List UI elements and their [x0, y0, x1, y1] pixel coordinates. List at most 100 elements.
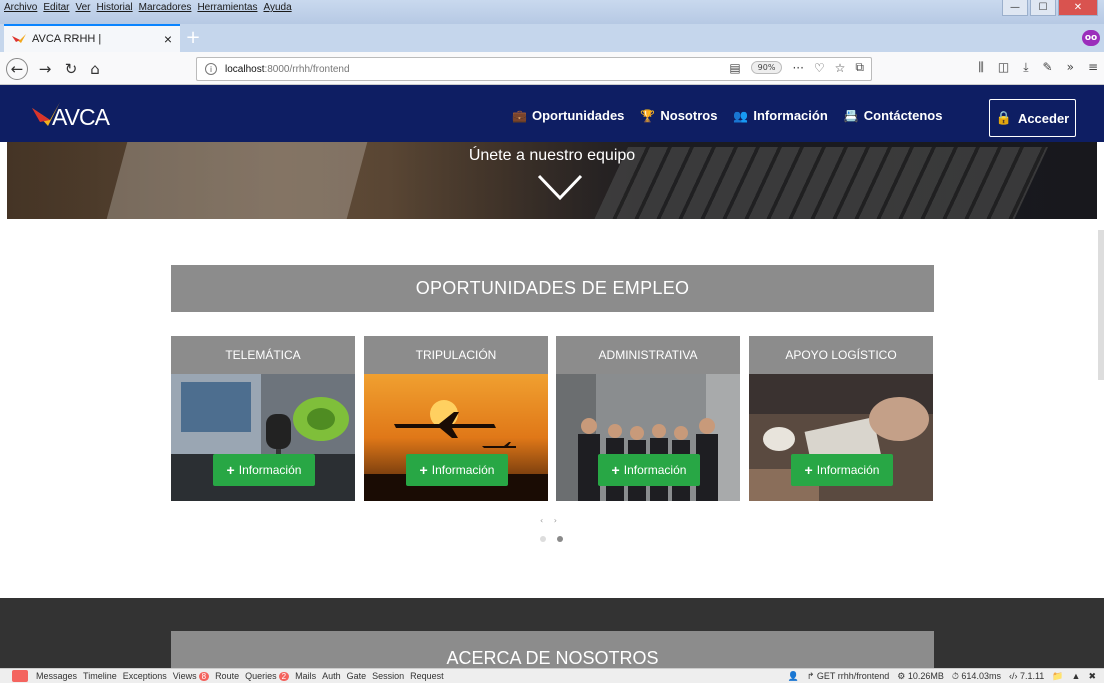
- page-scrollbar[interactable]: [1098, 230, 1104, 380]
- menu-herramientas[interactable]: Herramientas: [197, 2, 257, 13]
- menu-historial[interactable]: Historial: [97, 2, 133, 13]
- reload-icon[interactable]: ↻: [60, 58, 82, 80]
- menu-ayuda[interactable]: Ayuda: [263, 2, 291, 13]
- card-administrativa: ADMINISTRATIVA + Información: [556, 336, 740, 501]
- minimize-icon[interactable]: —: [1002, 0, 1028, 16]
- new-tab-icon[interactable]: +: [182, 26, 204, 48]
- debug-bar: Messages Timeline Exceptions Views 8 Rout…: [0, 668, 1104, 683]
- bookmark-star-icon[interactable]: ☆: [835, 61, 846, 75]
- views-count-badge: 8: [198, 671, 210, 681]
- reader-view-icon[interactable]: ▤: [729, 61, 740, 75]
- about-header: ACERCA DE NOSOTROS: [171, 631, 934, 671]
- debug-tab-request[interactable]: Request: [410, 671, 444, 681]
- nav-contactenos[interactable]: 📇 Contáctenos: [844, 108, 943, 123]
- users-icon: 👥: [733, 108, 749, 123]
- zoom-level[interactable]: 90%: [750, 61, 783, 74]
- php-version: ‹/› 7.1.11: [1008, 671, 1045, 681]
- tab-title: AVCA RRHH |: [32, 33, 102, 45]
- info-button-tripulacion[interactable]: + Información: [406, 454, 508, 486]
- plus-icon: +: [804, 462, 813, 478]
- nav-nosotros[interactable]: 🏆 Nosotros: [640, 108, 717, 123]
- sidebar-icon[interactable]: ◫: [998, 60, 1009, 75]
- hamburger-menu-icon[interactable]: ≡: [1088, 60, 1098, 75]
- browser-tab[interactable]: AVCA RRHH | ×: [4, 24, 180, 52]
- scroll-down-chevron-icon[interactable]: [537, 172, 583, 202]
- nav-informacion-label: Información: [753, 108, 828, 123]
- debug-tab-gate[interactable]: Gate: [347, 671, 367, 681]
- close-icon[interactable]: ✖: [1088, 671, 1096, 682]
- debug-tab-queries[interactable]: Queries 2: [245, 671, 290, 681]
- menu-editar[interactable]: Editar: [43, 2, 69, 13]
- avca-favicon-icon: [12, 34, 26, 43]
- card-title: TELEMÁTICA: [225, 348, 301, 362]
- window-controls: — ☐ ✕: [1002, 0, 1098, 16]
- carousel-dot[interactable]: [540, 536, 546, 542]
- maximize-icon[interactable]: ☐: [1030, 0, 1056, 16]
- close-tab-icon[interactable]: ×: [164, 31, 172, 47]
- info-button-telematica[interactable]: + Información: [213, 454, 315, 486]
- queries-count-badge: 2: [278, 671, 290, 681]
- nav-oportunidades[interactable]: 💼 Oportunidades: [512, 108, 624, 123]
- screenshot-icon[interactable]: ⧉: [855, 60, 864, 75]
- card-title: ADMINISTRATIVA: [598, 348, 698, 362]
- menu-archivo[interactable]: Archivo: [4, 2, 37, 13]
- info-button-label: Información: [431, 463, 495, 477]
- home-icon[interactable]: ⌂: [84, 58, 106, 80]
- nav-informacion[interactable]: 👥 Información: [733, 108, 827, 123]
- login-button[interactable]: 🔒 Acceder: [989, 99, 1076, 137]
- debug-tab-timeline[interactable]: Timeline: [83, 671, 117, 681]
- debug-tab-exceptions[interactable]: Exceptions: [123, 671, 167, 681]
- menu-marcadores[interactable]: Marcadores: [139, 2, 192, 13]
- opportunities-header: OPORTUNIDADES DE EMPLEO: [171, 265, 934, 312]
- debug-tab-messages[interactable]: Messages: [36, 671, 77, 681]
- info-button-label: Información: [238, 463, 302, 477]
- login-label: Acceder: [1017, 110, 1070, 126]
- debug-bar-right: 👤 ↱ GET rrhh/frontend ⚙ 10.26MB ⏱ 614.03…: [788, 671, 1104, 682]
- card-title: APOYO LOGÍSTICO: [785, 348, 897, 362]
- download-icon[interactable]: ⤓: [1023, 60, 1028, 75]
- pocket-icon[interactable]: ♡: [814, 61, 825, 75]
- time-label: 614.03ms: [961, 670, 1001, 681]
- info-button-administrativa[interactable]: + Información: [598, 454, 700, 486]
- chevron-up-icon[interactable]: ▲: [1072, 671, 1081, 681]
- close-window-icon[interactable]: ✕: [1058, 0, 1098, 16]
- plus-icon: +: [611, 462, 620, 478]
- site-menu: 💼 Oportunidades 🏆 Nosotros 👥 Información…: [512, 108, 942, 123]
- debug-tab-views[interactable]: Views 8: [173, 671, 210, 681]
- page-actions-icon[interactable]: ···: [792, 61, 803, 75]
- card-apoyo-logistico: APOYO LOGÍSTICO + Información: [749, 336, 933, 501]
- debug-tab-mails[interactable]: Mails: [295, 671, 316, 681]
- debug-tab-session[interactable]: Session: [372, 671, 404, 681]
- request-time: ⏱ 614.03ms: [951, 670, 1001, 681]
- site-info-icon[interactable]: i: [205, 63, 217, 75]
- memory-label: 10.26MB: [907, 670, 944, 681]
- debug-tab-queries-label: Queries: [245, 671, 277, 681]
- extension-icon[interactable]: ✎: [1043, 60, 1053, 75]
- debug-tab-route[interactable]: Route: [215, 671, 239, 681]
- library-icon[interactable]: ⫼: [978, 60, 984, 75]
- folder-icon[interactable]: 📁: [1052, 671, 1063, 682]
- memory-usage: ⚙ 10.26MB: [897, 670, 944, 681]
- plus-icon: +: [226, 462, 235, 478]
- card-title: TRIPULACIÓN: [415, 348, 497, 362]
- back-icon[interactable]: ←: [6, 58, 28, 80]
- version-label: 7.1.11: [1019, 671, 1045, 681]
- carousel-dot-active[interactable]: [557, 536, 563, 542]
- hero-title: Únete a nuestro equipo: [468, 147, 636, 164]
- carousel-arrows[interactable]: ‹ ›: [540, 516, 561, 525]
- browser-toolbar-right: ⫼ ◫ ⤓ ✎ » ≡: [978, 60, 1098, 75]
- logo-text[interactable]: AVCA: [52, 104, 110, 131]
- request-route-label: GET rrhh/frontend: [816, 670, 890, 681]
- info-button-apoyo-logistico[interactable]: + Información: [791, 454, 893, 486]
- forward-icon[interactable]: →: [34, 58, 56, 80]
- request-route[interactable]: ↱ GET rrhh/frontend: [807, 671, 889, 682]
- debug-tab-auth[interactable]: Auth: [322, 671, 341, 681]
- debugbar-logo-icon[interactable]: [12, 670, 28, 682]
- user-icon: 👤: [787, 670, 799, 681]
- nav-nosotros-label: Nosotros: [660, 108, 718, 123]
- overflow-icon[interactable]: »: [1067, 60, 1074, 75]
- url-actions: ▤ 90% ··· ♡ ☆ ⧉: [729, 60, 864, 75]
- nav-contactenos-label: Contáctenos: [863, 108, 943, 123]
- url-path: :8000/rrhh/frontend: [264, 63, 350, 75]
- menu-ver[interactable]: Ver: [75, 2, 90, 13]
